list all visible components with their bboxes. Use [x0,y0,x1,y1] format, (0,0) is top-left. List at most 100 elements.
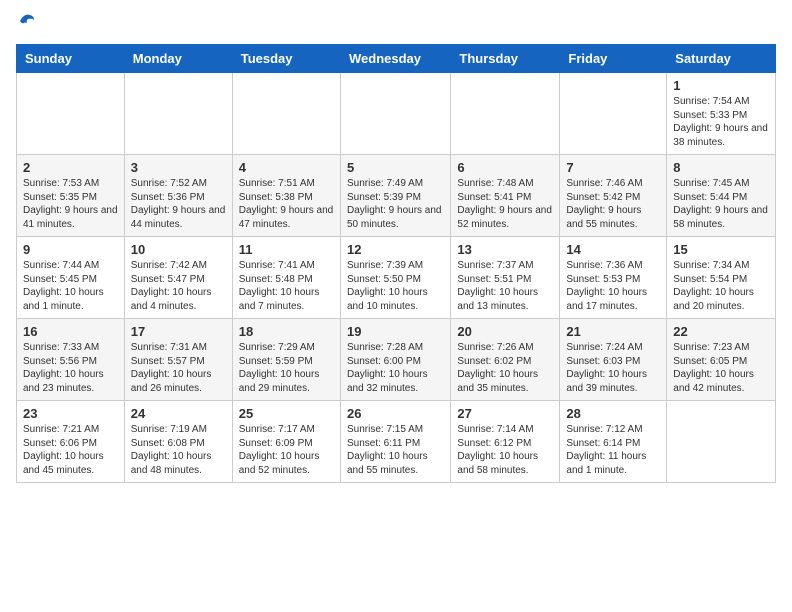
calendar-cell: 11 Sunrise: 7:41 AM Sunset: 5:48 PM Dayli… [232,237,340,319]
day-info: Sunrise: 7:19 AM Sunset: 6:08 PM Dayligh… [131,423,226,477]
day-info: Sunrise: 7:41 AM Sunset: 5:48 PM Dayligh… [239,259,334,313]
day-info: Sunrise: 7:53 AM Sunset: 5:35 PM Dayligh… [23,177,118,231]
calendar-cell: 5 Sunrise: 7:49 AM Sunset: 5:39 PM Daylig… [340,155,450,237]
calendar-cell: 27 Sunrise: 7:14 AM Sunset: 6:12 PM Dayli… [451,401,560,483]
day-info: Sunrise: 7:48 AM Sunset: 5:41 PM Dayligh… [457,177,553,231]
day-info: Sunrise: 7:23 AM Sunset: 6:05 PM Dayligh… [673,341,769,395]
calendar-cell: 6 Sunrise: 7:48 AM Sunset: 5:41 PM Daylig… [451,155,560,237]
logo [16,16,36,34]
calendar-cell [340,73,450,155]
day-info: Sunrise: 7:14 AM Sunset: 6:12 PM Dayligh… [457,423,553,477]
calendar-cell: 17 Sunrise: 7:31 AM Sunset: 5:57 PM Dayli… [124,319,232,401]
day-number: 6 [457,160,553,175]
day-number: 24 [131,406,226,421]
calendar-cell: 24 Sunrise: 7:19 AM Sunset: 6:08 PM Dayli… [124,401,232,483]
calendar-cell: 25Sunrise: 7:17 AM Sunset: 6:09 PM Dayli… [232,401,340,483]
day-info: Sunrise: 7:45 AM Sunset: 5:44 PM Dayligh… [673,177,769,231]
calendar-cell: 23 Sunrise: 7:21 AM Sunset: 6:06 PM Dayli… [17,401,125,483]
logo-bird-icon [18,11,36,29]
calendar-cell: 18 Sunrise: 7:29 AM Sunset: 5:59 PM Dayli… [232,319,340,401]
day-info: Sunrise: 7:39 AM Sunset: 5:50 PM Dayligh… [347,259,444,313]
calendar-cell: 21Sunrise: 7:24 AM Sunset: 6:03 PM Dayli… [560,319,667,401]
weekday-header-thursday: Thursday [451,45,560,73]
day-number: 1 [673,78,769,93]
day-info: Sunrise: 7:17 AM Sunset: 6:09 PM Dayligh… [239,423,334,477]
day-info: Sunrise: 7:31 AM Sunset: 5:57 PM Dayligh… [131,341,226,395]
calendar-cell: 4Sunrise: 7:51 AM Sunset: 5:38 PM Daylig… [232,155,340,237]
day-info: Sunrise: 7:36 AM Sunset: 5:53 PM Dayligh… [566,259,660,313]
day-number: 10 [131,242,226,257]
calendar-cell: 8 Sunrise: 7:45 AM Sunset: 5:44 PM Daylig… [667,155,776,237]
calendar-cell: 12 Sunrise: 7:39 AM Sunset: 5:50 PM Dayli… [340,237,450,319]
weekday-header-saturday: Saturday [667,45,776,73]
day-number: 2 [23,160,118,175]
day-info: Sunrise: 7:33 AM Sunset: 5:56 PM Dayligh… [23,341,118,395]
day-info: Sunrise: 7:37 AM Sunset: 5:51 PM Dayligh… [457,259,553,313]
day-number: 19 [347,324,444,339]
calendar-cell: 1 Sunrise: 7:54 AM Sunset: 5:33 PM Daylig… [667,73,776,155]
day-info: Sunrise: 7:28 AM Sunset: 6:00 PM Dayligh… [347,341,444,395]
calendar-cell: 2 Sunrise: 7:53 AM Sunset: 5:35 PM Daylig… [17,155,125,237]
weekday-header-sunday: Sunday [17,45,125,73]
day-number: 11 [239,242,334,257]
day-number: 27 [457,406,553,421]
day-number: 14 [566,242,660,257]
day-info: Sunrise: 7:49 AM Sunset: 5:39 PM Dayligh… [347,177,444,231]
calendar-week-row: 2 Sunrise: 7:53 AM Sunset: 5:35 PM Daylig… [17,155,776,237]
day-number: 18 [239,324,334,339]
day-number: 13 [457,242,553,257]
header [16,16,776,34]
day-info: Sunrise: 7:46 AM Sunset: 5:42 PM Dayligh… [566,177,660,231]
weekday-header-monday: Monday [124,45,232,73]
day-number: 5 [347,160,444,175]
calendar-cell [17,73,125,155]
calendar-week-row: 9Sunrise: 7:44 AM Sunset: 5:45 PM Daylig… [17,237,776,319]
day-number: 15 [673,242,769,257]
calendar-table: SundayMondayTuesdayWednesdayThursdayFrid… [16,44,776,483]
day-number: 23 [23,406,118,421]
calendar-cell: 26 Sunrise: 7:15 AM Sunset: 6:11 PM Dayli… [340,401,450,483]
calendar-cell: 9Sunrise: 7:44 AM Sunset: 5:45 PM Daylig… [17,237,125,319]
day-info: Sunrise: 7:15 AM Sunset: 6:11 PM Dayligh… [347,423,444,477]
calendar-cell [667,401,776,483]
calendar-cell: 22 Sunrise: 7:23 AM Sunset: 6:05 PM Dayli… [667,319,776,401]
day-number: 17 [131,324,226,339]
weekday-header-friday: Friday [560,45,667,73]
calendar-cell: 16Sunrise: 7:33 AM Sunset: 5:56 PM Dayli… [17,319,125,401]
day-number: 26 [347,406,444,421]
calendar-cell [560,73,667,155]
calendar-cell [124,73,232,155]
day-info: Sunrise: 7:52 AM Sunset: 5:36 PM Dayligh… [131,177,226,231]
day-info: Sunrise: 7:21 AM Sunset: 6:06 PM Dayligh… [23,423,118,477]
day-info: Sunrise: 7:12 AM Sunset: 6:14 PM Dayligh… [566,423,660,477]
day-number: 22 [673,324,769,339]
calendar-cell: 14 Sunrise: 7:36 AM Sunset: 5:53 PM Dayli… [560,237,667,319]
day-info: Sunrise: 7:42 AM Sunset: 5:47 PM Dayligh… [131,259,226,313]
calendar-cell: 15Sunrise: 7:34 AM Sunset: 5:54 PM Dayli… [667,237,776,319]
calendar-week-row: 16Sunrise: 7:33 AM Sunset: 5:56 PM Dayli… [17,319,776,401]
day-info: Sunrise: 7:26 AM Sunset: 6:02 PM Dayligh… [457,341,553,395]
calendar-cell: 7 Sunrise: 7:46 AM Sunset: 5:42 PM Daylig… [560,155,667,237]
day-number: 28 [566,406,660,421]
calendar-cell: 13 Sunrise: 7:37 AM Sunset: 5:51 PM Dayli… [451,237,560,319]
calendar-cell: 10 Sunrise: 7:42 AM Sunset: 5:47 PM Dayli… [124,237,232,319]
day-number: 3 [131,160,226,175]
day-number: 12 [347,242,444,257]
day-info: Sunrise: 7:24 AM Sunset: 6:03 PM Dayligh… [566,341,660,395]
day-number: 8 [673,160,769,175]
calendar-cell: 28 Sunrise: 7:12 AM Sunset: 6:14 PM Dayli… [560,401,667,483]
weekday-header-wednesday: Wednesday [340,45,450,73]
weekday-header-tuesday: Tuesday [232,45,340,73]
calendar-cell: 20Sunrise: 7:26 AM Sunset: 6:02 PM Dayli… [451,319,560,401]
day-info: Sunrise: 7:54 AM Sunset: 5:33 PM Dayligh… [673,95,769,149]
calendar-week-row: 1 Sunrise: 7:54 AM Sunset: 5:33 PM Daylig… [17,73,776,155]
calendar-week-row: 23 Sunrise: 7:21 AM Sunset: 6:06 PM Dayli… [17,401,776,483]
calendar-header-row: SundayMondayTuesdayWednesdayThursdayFrid… [17,45,776,73]
day-info: Sunrise: 7:29 AM Sunset: 5:59 PM Dayligh… [239,341,334,395]
calendar-cell: 19 Sunrise: 7:28 AM Sunset: 6:00 PM Dayli… [340,319,450,401]
day-number: 9 [23,242,118,257]
calendar-cell: 3 Sunrise: 7:52 AM Sunset: 5:36 PM Daylig… [124,155,232,237]
calendar-cell [451,73,560,155]
calendar-cell [232,73,340,155]
day-number: 7 [566,160,660,175]
